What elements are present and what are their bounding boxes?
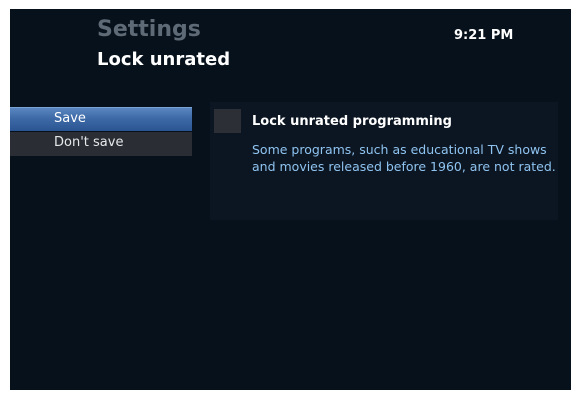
page-title: Settings	[97, 17, 201, 42]
option-description-line-1: Some programs, such as educational TV sh…	[252, 142, 547, 157]
media-center-screen: Settings Lock unrated 9:21 PM Save Don't…	[10, 9, 571, 390]
dont-save-button[interactable]: Don't save	[10, 132, 192, 156]
lock-unrated-checkbox[interactable]	[214, 109, 241, 133]
save-button[interactable]: Save	[10, 107, 192, 131]
option-description-line-2: and movies released before 1960, are not…	[252, 159, 556, 174]
option-panel: Lock unrated programming Some programs, …	[210, 102, 558, 220]
action-menu: Save Don't save	[10, 107, 192, 156]
clock: 9:21 PM	[454, 28, 514, 43]
page-subtitle: Lock unrated	[97, 49, 231, 70]
option-description: Some programs, such as educational TV sh…	[252, 141, 571, 175]
lock-unrated-label[interactable]: Lock unrated programming	[252, 114, 452, 130]
